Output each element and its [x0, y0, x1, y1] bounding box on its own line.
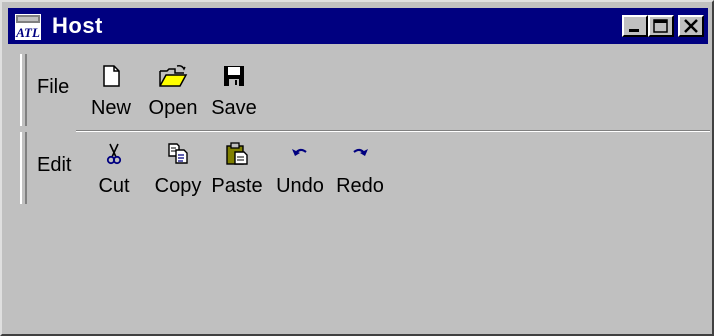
- open-label: Open: [148, 97, 198, 119]
- minimize-icon: [629, 29, 639, 32]
- save-disk-icon: [224, 66, 244, 86]
- save-button[interactable]: Save: [208, 64, 260, 128]
- new-label: New: [90, 97, 131, 119]
- new-button[interactable]: New: [88, 64, 134, 128]
- save-label: Save: [211, 97, 257, 119]
- svg-text:ATL: ATL: [15, 25, 40, 40]
- close-icon: [684, 19, 698, 33]
- paste-button[interactable]: Paste: [206, 142, 268, 206]
- redo-label: Redo: [336, 175, 384, 197]
- band-label-edit: Edit: [37, 154, 72, 176]
- copy-button[interactable]: Copy: [152, 142, 204, 206]
- band-separator: [76, 130, 710, 132]
- title-bar[interactable]: ATL Host: [8, 8, 708, 44]
- client-area[interactable]: [8, 208, 708, 334]
- copy-icon: [168, 143, 188, 164]
- minimize-button[interactable]: [622, 15, 648, 37]
- host-window: ATL Host File New Open Save Edit Cut Cop…: [0, 0, 714, 336]
- undo-label: Undo: [276, 175, 324, 197]
- toolbar-band-file: File New Open Save: [20, 52, 710, 132]
- band-grip[interactable]: [20, 132, 27, 204]
- paste-clipboard-icon: [226, 142, 248, 165]
- paste-label: Paste: [211, 175, 263, 197]
- copy-label: Copy: [154, 175, 202, 197]
- toolbar-band-edit: Edit Cut Copy Paste Undo Redo: [20, 130, 710, 210]
- band-label-file: File: [37, 76, 70, 98]
- redo-button[interactable]: Redo: [332, 142, 388, 206]
- maximize-button[interactable]: [648, 15, 674, 37]
- maximize-icon: [653, 19, 668, 33]
- undo-button[interactable]: Undo: [272, 142, 328, 206]
- cut-button[interactable]: Cut: [96, 142, 132, 206]
- open-button[interactable]: Open: [146, 64, 200, 128]
- undo-icon: [292, 148, 307, 156]
- cut-label: Cut: [98, 175, 130, 197]
- band-grip[interactable]: [20, 54, 27, 126]
- scissors-icon: [106, 143, 122, 165]
- redo-icon: [353, 148, 368, 156]
- close-button[interactable]: [678, 15, 704, 37]
- window-title: Host: [52, 13, 103, 38]
- app-icon: ATL: [15, 14, 41, 40]
- open-folder-icon: [159, 65, 188, 87]
- new-document-icon: [103, 65, 120, 87]
